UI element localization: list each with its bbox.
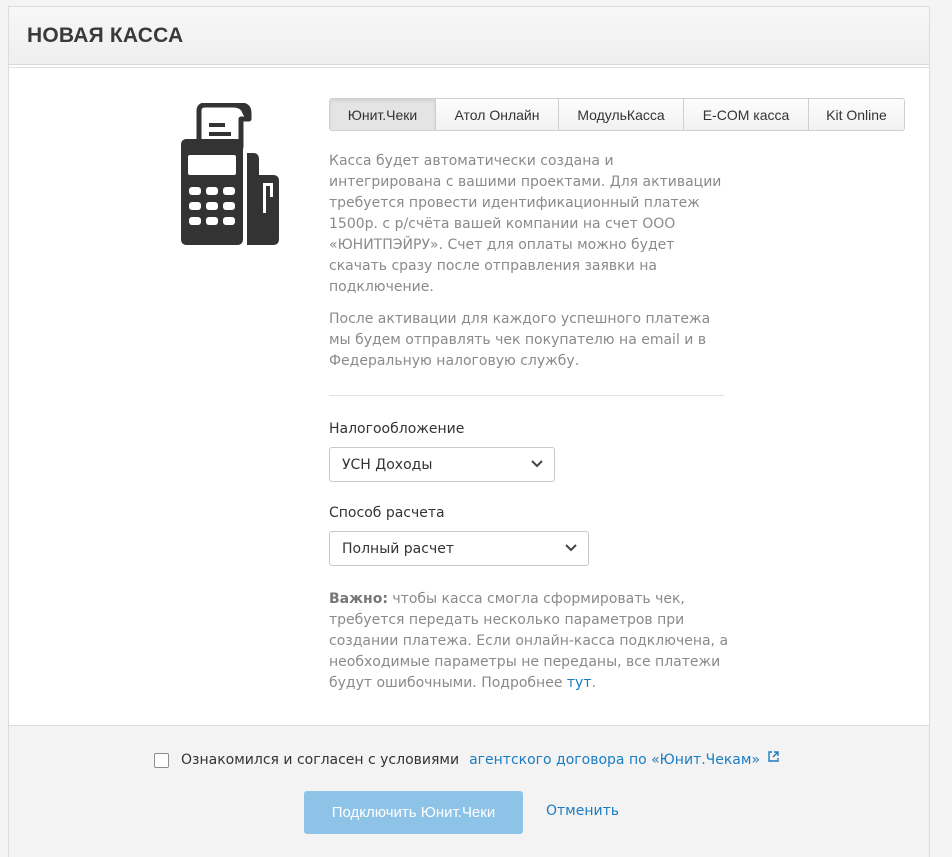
payment-method-select[interactable]: Полный расчет [329, 531, 589, 566]
agree-text: Ознакомился и согласен с условиями [181, 752, 460, 768]
panel-header: НОВАЯ КАССА [9, 7, 929, 68]
cancel-link[interactable]: Отменить [546, 803, 619, 819]
note-end: . [591, 675, 596, 691]
taxation-select[interactable]: УСН Доходы [329, 447, 555, 482]
agency-contract-link[interactable]: агентского договора по «Юнит.Чекам» [469, 752, 760, 768]
chevron-down-icon [531, 460, 543, 468]
taxation-value: УСН Доходы [342, 456, 433, 473]
cash-register-icon [181, 103, 279, 245]
tab-atol-online[interactable]: Атол Онлайн [436, 99, 559, 130]
description: Касса будет автоматически создана и инте… [329, 151, 729, 372]
note-more-link[interactable]: тут [567, 675, 592, 691]
note-text: чтобы касса смогла сформировать чек, тре… [329, 591, 729, 691]
tab-kit-online[interactable]: Kit Online [809, 99, 904, 130]
footer: Ознакомился и согласен с условиями агент… [9, 725, 929, 857]
tab-modulkassa[interactable]: МодульКасса [559, 99, 684, 130]
agree-checkbox[interactable] [154, 752, 169, 768]
description-paragraph-1: Касса будет автоматически создана и инте… [329, 153, 722, 295]
taxation-label: Налогообложение [329, 421, 465, 437]
note-bold: Важно: [329, 591, 388, 607]
tab-unit-checks[interactable]: Юнит.Чеки [330, 99, 436, 130]
important-note: Важно: чтобы касса смогла сформировать ч… [329, 589, 729, 694]
description-paragraph-2: После активации для каждого успешного пл… [329, 311, 711, 369]
payment-method-value: Полный расчет [342, 540, 454, 557]
external-link-icon [768, 750, 779, 762]
divider [329, 395, 724, 396]
connect-button[interactable]: Подключить Юнит.Чеки [304, 791, 523, 834]
chevron-down-icon [565, 544, 577, 552]
tab-ecom-kassa[interactable]: E-COM касса [684, 99, 809, 130]
page-title: НОВАЯ КАССА [27, 24, 184, 47]
payment-method-label: Способ расчета [329, 505, 445, 521]
register-provider-tabs: Юнит.Чеки Атол Онлайн МодульКасса E-COM … [329, 98, 905, 131]
new-register-panel: НОВАЯ КАССА Юнит.Чеки Атол Онлайн Модуль… [8, 6, 930, 857]
agreement-row: Ознакомился и согласен с условиями агент… [154, 750, 779, 768]
